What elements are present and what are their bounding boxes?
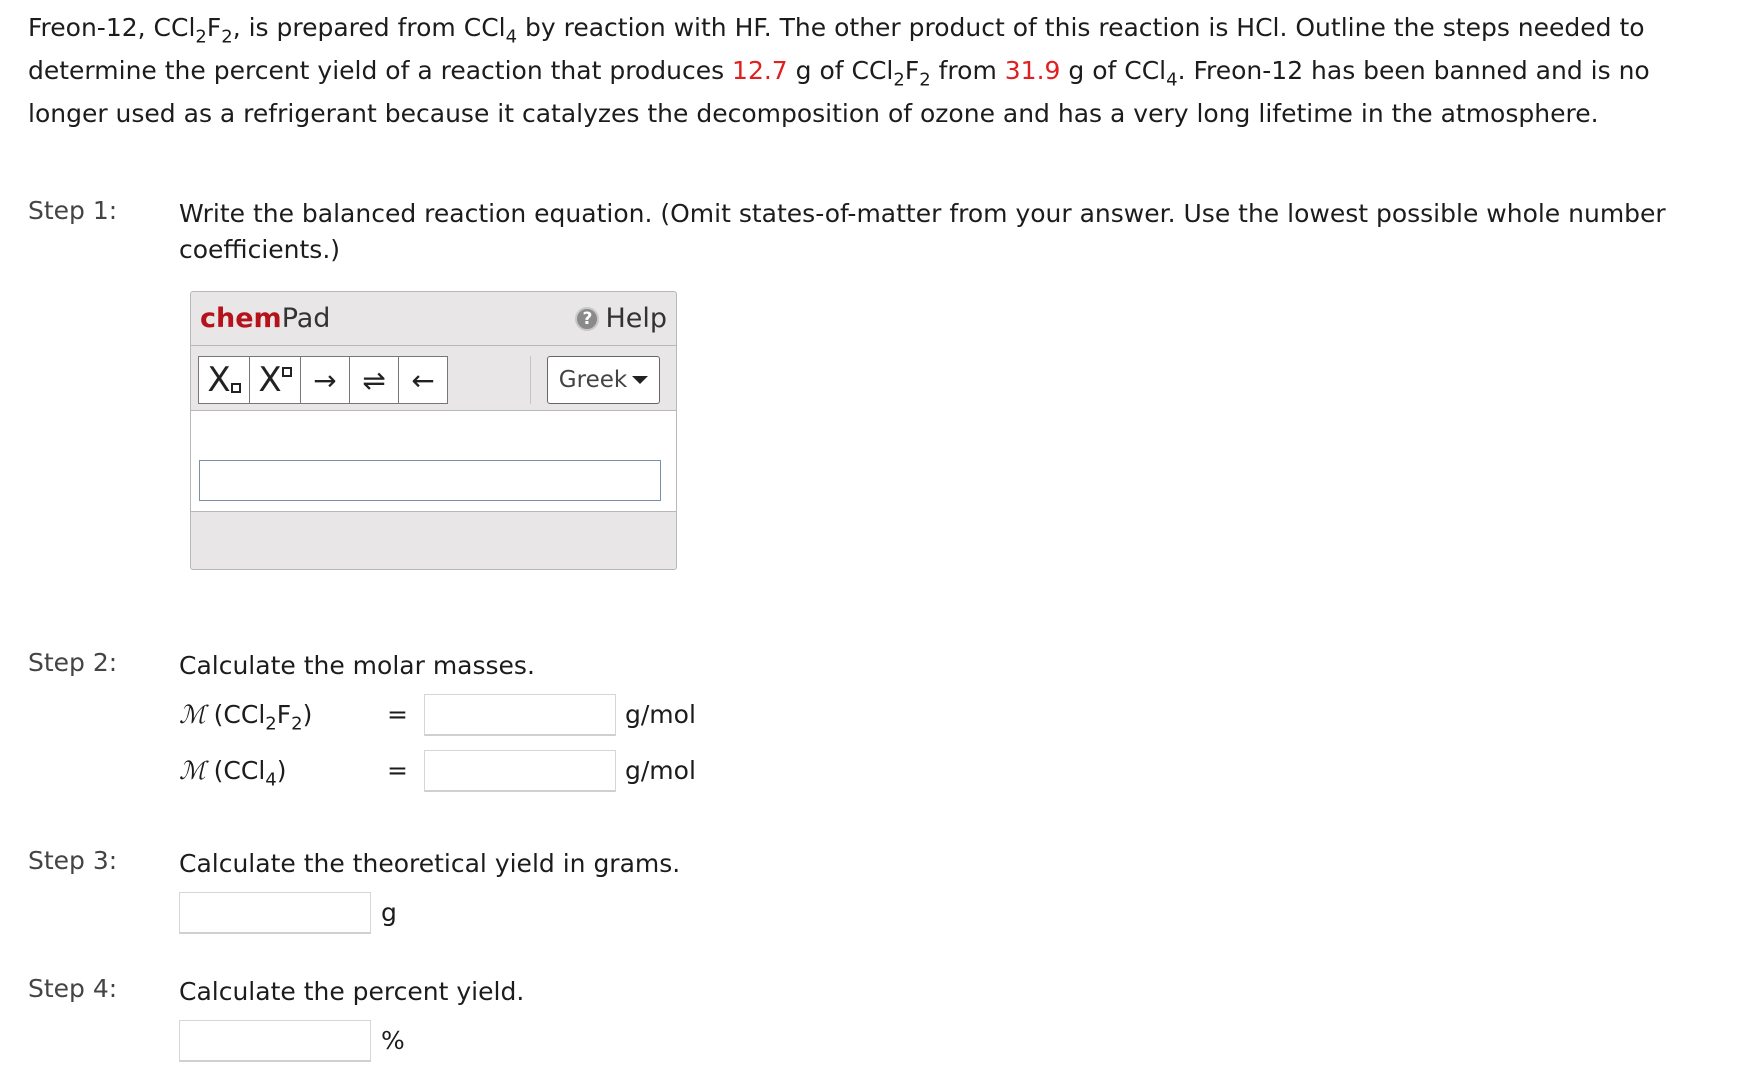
subscript: 2 [265,713,277,735]
molar-mass-label: ℳ (CCl4) [179,756,287,789]
molar-mass-symbol: ℳ [179,756,206,785]
formula-text: ) [302,700,313,729]
step1-instructions: Write the balanced reaction equation. (O… [179,199,1666,264]
right-arrow-icon: → [313,363,337,397]
subscript: 2 [919,69,931,91]
left-arrow-icon: ← [411,363,435,397]
subscript: 4 [505,26,518,48]
superscript-button-label: X [258,360,282,400]
unit-label: g [381,898,397,927]
equation-input[interactable] [199,460,661,501]
equals-sign: = [387,700,408,729]
subscript-button-label: X [207,360,231,400]
step2-label: Step 2: [28,648,118,677]
help-label: Help [605,303,667,334]
subscript: 2 [291,713,303,735]
right-arrow-button[interactable]: → [300,356,350,404]
molar-mass-row-ccl2f2: ℳ (CCl2F2) = g/mol [179,694,739,738]
intro-text: , is prepared from CCl [232,13,506,42]
product-mass-value: 12.7 [732,56,788,85]
unit-label: g/mol [625,756,696,785]
chempad-title-pad: Pad [281,303,331,334]
toolbar-divider [530,356,531,404]
subscript: 4 [265,769,277,791]
molar-mass-ccl4-input[interactable] [424,750,616,792]
percent-yield-input[interactable] [179,1020,371,1062]
molar-mass-symbol: ℳ [179,700,206,729]
superscript-button[interactable]: X [249,356,301,404]
subscript: 2 [195,26,207,48]
molar-mass-label: ℳ (CCl2F2) [179,700,313,733]
formula-text: (CCl [205,756,266,785]
formula-text: (CCl [205,700,266,729]
help-icon: ? [575,306,600,331]
subscript: 2 [893,69,905,91]
unit-label: % [381,1026,405,1055]
step2-instructions: Calculate the molar masses. [179,651,535,680]
superscript-box-icon [281,367,292,377]
chempad-toolbar: X X → ⇌ ← Greek [191,346,676,411]
greek-dropdown-label: Greek [558,367,628,393]
theoretical-yield-input[interactable] [179,892,371,934]
subscript-button[interactable]: X [198,356,250,404]
chempad-header: chemPad ? Help [191,292,676,346]
intro-text: g of CCl [1060,56,1167,85]
molar-mass-row-ccl4: ℳ (CCl4) = g/mol [179,750,739,794]
intro-text: F [904,56,920,85]
unit-label: g/mol [625,700,696,729]
left-arrow-button[interactable]: ← [398,356,448,404]
chempad-input-area [191,411,676,512]
equals-sign: = [387,756,408,785]
chempad-widget: chemPad ? Help X X → ⇌ ← Greek [190,291,677,570]
formula-text: ) [276,756,287,785]
chempad-title: chemPad [200,303,330,334]
problem-statement: Freon-12, CCl2F2, is prepared from CCl4 … [28,6,1728,135]
equilibrium-arrow-button[interactable]: ⇌ [349,356,399,404]
molar-mass-ccl2f2-input[interactable] [424,694,616,736]
chempad-title-chem: chem [200,303,282,334]
reactant-mass-value: 31.9 [1004,56,1061,85]
intro-text: F [206,13,222,42]
intro-text: from [930,56,1005,85]
equilibrium-arrow-icon: ⇌ [362,363,386,397]
subscript-box-icon [230,383,241,393]
step3-instructions: Calculate the theoretical yield in grams… [179,849,681,878]
help-button[interactable]: ? Help [575,303,667,334]
intro-text: Freon-12, CCl [28,13,196,42]
step3-label: Step 3: [28,846,118,875]
step1-label: Step 1: [28,196,118,225]
subscript: 2 [221,26,233,48]
formula-text: F [276,700,292,729]
subscript: 4 [1166,69,1178,91]
chevron-down-icon [632,376,649,384]
greek-dropdown[interactable]: Greek [547,356,660,404]
step4-label: Step 4: [28,974,118,1003]
intro-text: g of CCl [787,56,894,85]
step4-instructions: Calculate the percent yield. [179,977,525,1006]
